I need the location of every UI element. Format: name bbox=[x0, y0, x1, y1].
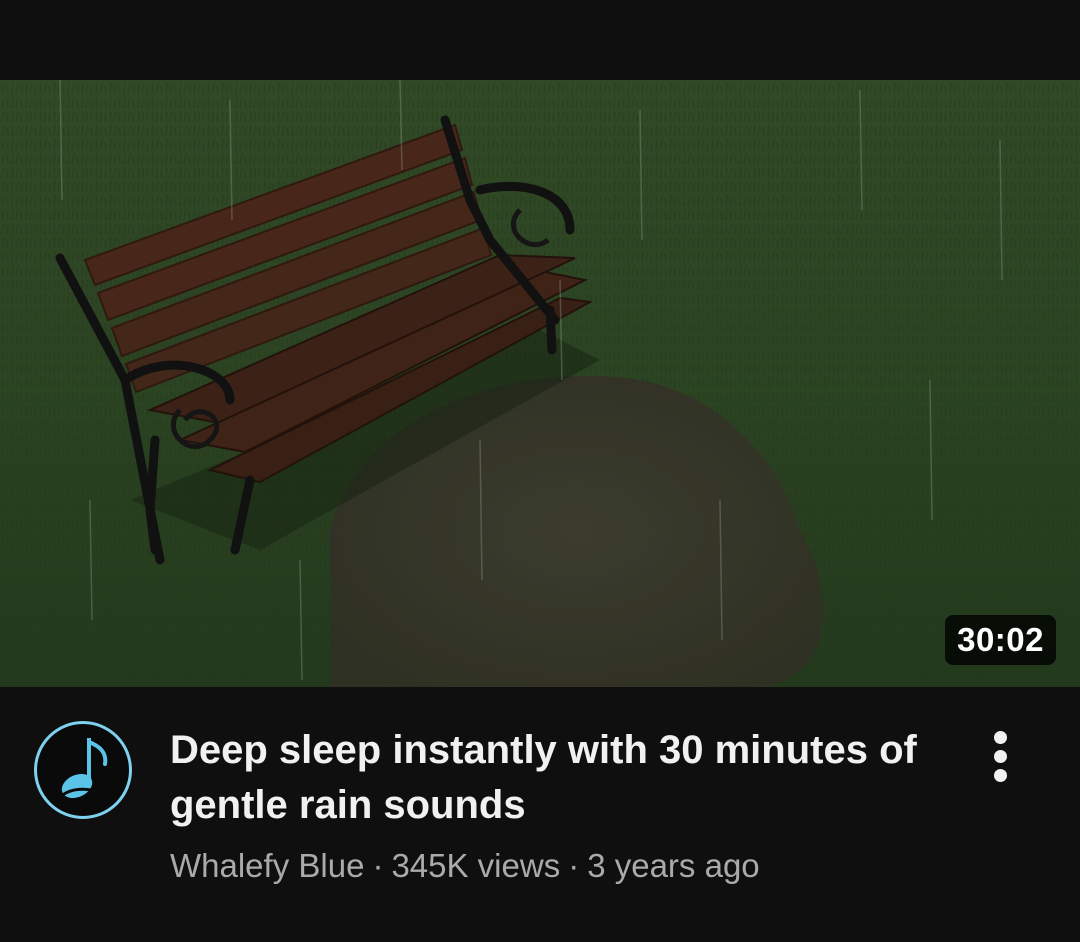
view-count: 345K views bbox=[391, 847, 561, 884]
music-note-icon bbox=[60, 738, 108, 799]
channel-avatar[interactable] bbox=[34, 721, 132, 819]
duration-badge: 30:02 bbox=[945, 615, 1056, 665]
top-bar bbox=[0, 0, 1080, 80]
channel-name[interactable]: Whalefy Blue bbox=[170, 847, 364, 884]
more-vertical-icon-dot bbox=[993, 731, 1007, 744]
video-title[interactable]: Deep sleep instantly with 30 minutes of … bbox=[170, 723, 930, 833]
meta-separator: · bbox=[372, 847, 384, 884]
more-vertical-icon-dot bbox=[993, 750, 1007, 763]
meta-separator: · bbox=[568, 847, 580, 884]
video-thumbnail[interactable]: 30:02 bbox=[0, 80, 1080, 687]
upload-age: 3 years ago bbox=[587, 847, 760, 884]
video-meta: Whalefy Blue · 345K views · 3 years ago bbox=[170, 847, 760, 885]
more-vertical-icon-dot bbox=[993, 769, 1007, 782]
more-options-button[interactable] bbox=[980, 727, 1020, 783]
video-info: Deep sleep instantly with 30 minutes of … bbox=[0, 687, 1080, 942]
thumbnail-image bbox=[0, 80, 1080, 687]
